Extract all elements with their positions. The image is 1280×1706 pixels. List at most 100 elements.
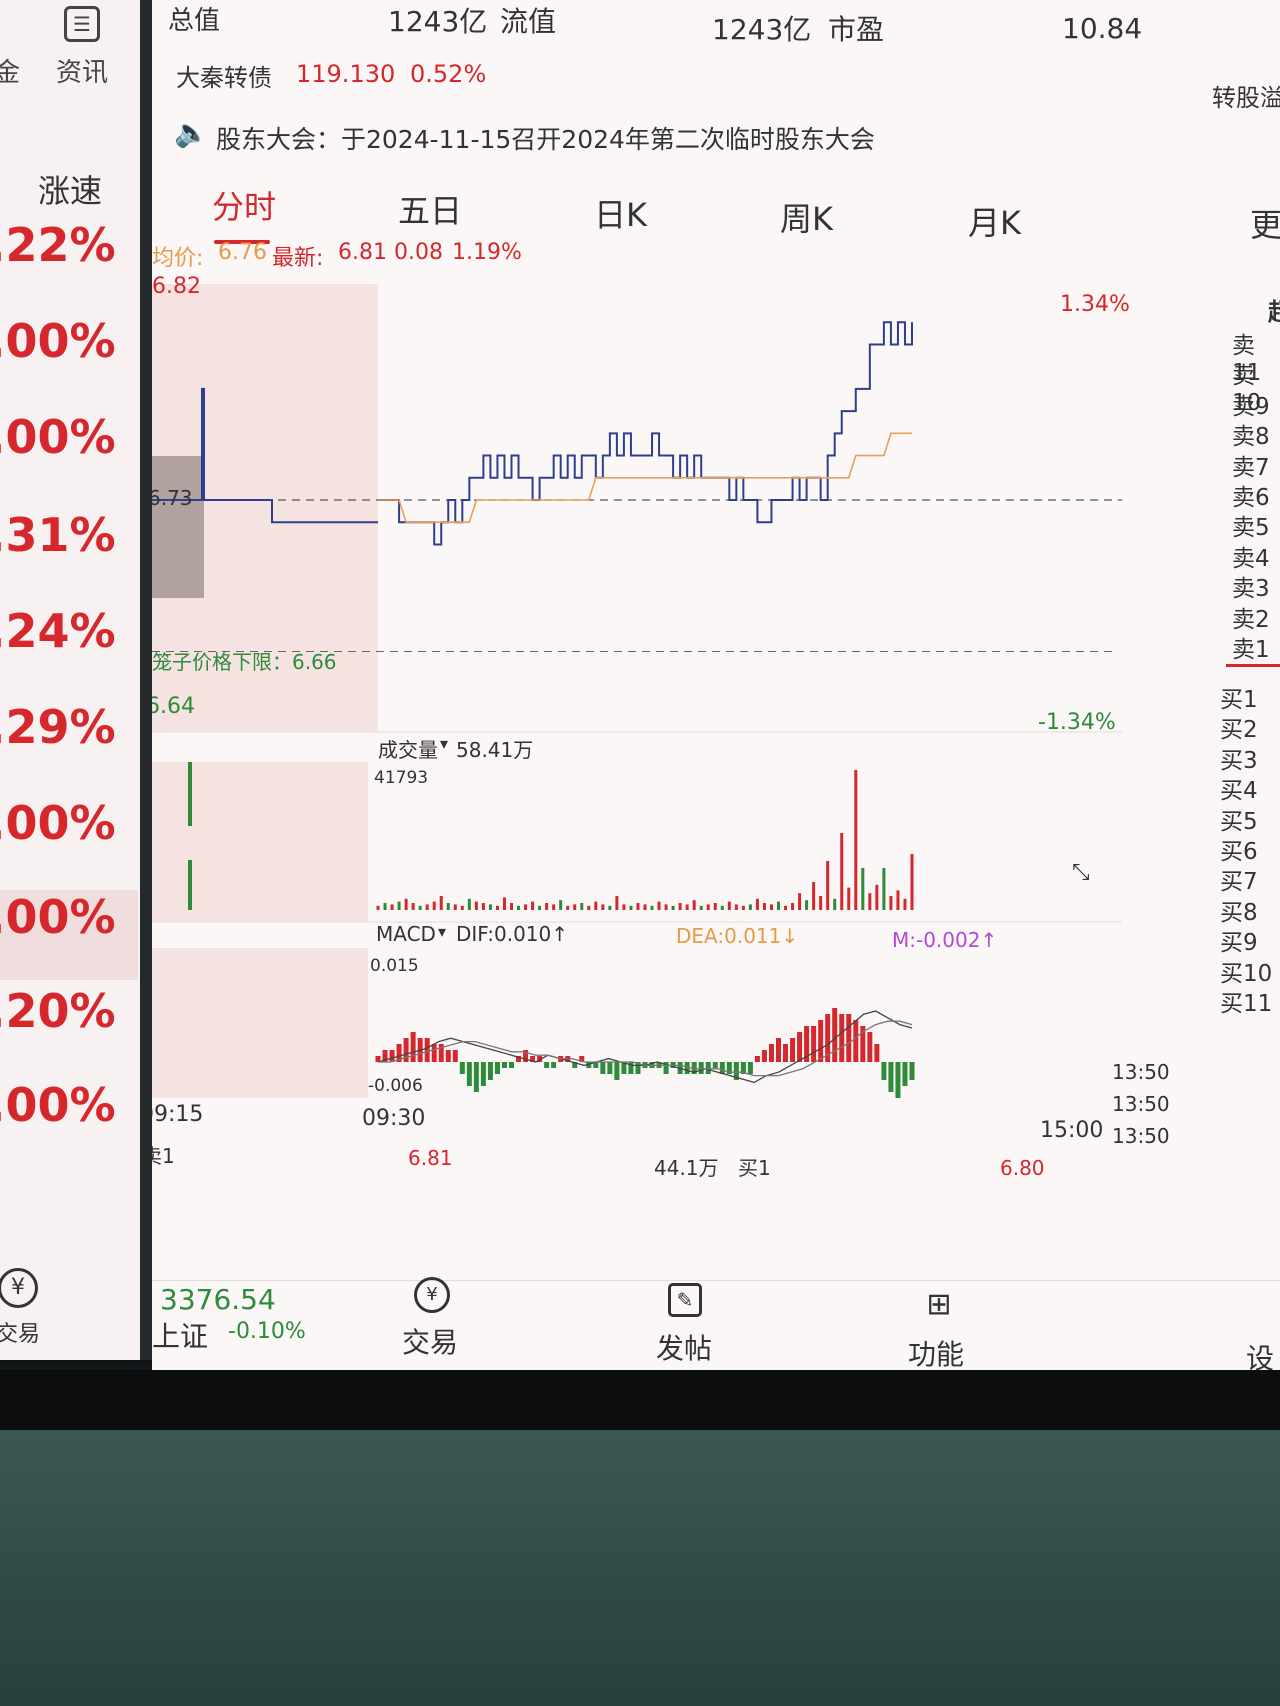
macd-histogram-bar bbox=[480, 1062, 486, 1086]
volume-bar bbox=[467, 898, 471, 910]
average-price-line bbox=[378, 432, 912, 524]
dropdown-icon[interactable]: ▾ bbox=[440, 734, 448, 753]
volume-bar bbox=[643, 904, 647, 910]
macd-histogram-bar bbox=[494, 1062, 500, 1074]
volume-bar bbox=[446, 903, 450, 910]
list-item[interactable]: .20% bbox=[0, 984, 138, 1074]
order-book-sell-level[interactable]: 卖3 bbox=[1232, 569, 1270, 603]
order-book-buy-level[interactable]: 买11 bbox=[1220, 984, 1272, 1018]
collapse-handle[interactable] bbox=[152, 456, 204, 598]
list-tab-fund[interactable]: 金 bbox=[0, 52, 20, 89]
volume-bar bbox=[706, 904, 710, 910]
order-book-header[interactable]: 超 bbox=[1268, 292, 1280, 327]
dropdown-icon[interactable]: ▾ bbox=[438, 922, 446, 941]
macd-histogram-bar bbox=[473, 1062, 479, 1092]
macd-histogram-bar bbox=[698, 1062, 704, 1074]
list-item[interactable]: .00% bbox=[0, 1078, 138, 1168]
list-toolbar: 金 ☰ 资讯 bbox=[0, 0, 140, 100]
index-value[interactable]: 3376.54 bbox=[160, 1283, 276, 1316]
order-book-buy-level[interactable]: 买3 bbox=[1220, 741, 1258, 775]
list-tab-news[interactable]: 资讯 bbox=[56, 52, 108, 89]
list-item[interactable]: .00% bbox=[0, 890, 138, 980]
macd-histogram-bar bbox=[790, 1038, 796, 1062]
order-book-sell-level[interactable]: 卖5 bbox=[1232, 508, 1270, 542]
list-item[interactable]: .24% bbox=[0, 604, 138, 694]
trade-button[interactable]: 交易 bbox=[402, 1321, 458, 1361]
buy1-label: 买1 bbox=[738, 1156, 771, 1180]
cage-limit-label: 笼子价格下限：6.66 bbox=[152, 650, 337, 674]
volume-bar bbox=[481, 903, 485, 910]
index-name[interactable]: 上证 bbox=[152, 1315, 208, 1355]
volume-max: 41793 bbox=[374, 768, 429, 788]
volume-bar bbox=[847, 887, 851, 910]
grid-icon[interactable]: ⊞ bbox=[922, 1289, 956, 1323]
volume-bar bbox=[748, 904, 752, 910]
macd-histogram-bar bbox=[874, 1044, 880, 1062]
volume-bar bbox=[524, 904, 528, 910]
tick-time: 13:50 bbox=[1112, 1060, 1170, 1084]
list-item[interactable]: .29% bbox=[0, 700, 138, 790]
intraday-chart[interactable] bbox=[152, 0, 1280, 1280]
order-book-buy-level[interactable]: 买6 bbox=[1220, 832, 1258, 866]
volume-bar bbox=[812, 882, 816, 910]
quote-volume: 44.1万 bbox=[654, 1156, 719, 1180]
macd-histogram-bar bbox=[846, 1014, 852, 1062]
macd-max: 0.015 bbox=[370, 956, 419, 976]
volume-bar bbox=[418, 905, 422, 910]
macd-histogram-bar bbox=[551, 1062, 557, 1068]
order-book-buy-level[interactable]: 买5 bbox=[1220, 802, 1258, 836]
order-book-sell-level[interactable]: 卖1 bbox=[1232, 630, 1270, 664]
macd-histogram-bar bbox=[818, 1020, 824, 1062]
order-book-buy-level[interactable]: 买7 bbox=[1220, 862, 1258, 896]
list-item[interactable]: .22% bbox=[0, 218, 138, 308]
order-book-sell-level[interactable]: 卖6 bbox=[1232, 478, 1270, 512]
news-icon[interactable]: ☰ bbox=[64, 6, 100, 42]
order-book-sell-level[interactable]: 卖8 bbox=[1232, 417, 1270, 451]
volume-bar bbox=[875, 884, 879, 910]
order-book-buy-level[interactable]: 买10 bbox=[1220, 954, 1272, 988]
macd-histogram-bar bbox=[776, 1038, 781, 1062]
list-item[interactable]: .00% bbox=[0, 796, 138, 886]
macd-histogram-bar bbox=[902, 1062, 908, 1086]
volume-bar bbox=[826, 861, 830, 910]
order-book-buy-level[interactable]: 买1 bbox=[1220, 680, 1258, 714]
trade-label[interactable]: 交易 bbox=[0, 1316, 40, 1348]
volume-label[interactable]: 成交量 bbox=[378, 734, 438, 763]
list-item[interactable]: .31% bbox=[0, 508, 138, 598]
order-book-buy-level[interactable]: 买4 bbox=[1220, 771, 1258, 805]
list-item[interactable]: .00% bbox=[0, 314, 138, 404]
trade-icon[interactable]: ¥ bbox=[414, 1277, 450, 1313]
buy1-price: 6.80 bbox=[1000, 1156, 1045, 1180]
volume-bar bbox=[188, 762, 192, 826]
device-bezel bbox=[0, 1370, 1280, 1430]
macd-histogram-bar bbox=[839, 1014, 845, 1062]
macd-label[interactable]: MACD bbox=[376, 922, 436, 946]
panel-divider bbox=[140, 0, 152, 1360]
settings-button[interactable]: 设 bbox=[1246, 1337, 1274, 1370]
order-book-buy-level[interactable]: 买9 bbox=[1220, 923, 1258, 957]
macd-histogram-bar bbox=[705, 1062, 711, 1074]
list-item-change: .00% bbox=[0, 410, 116, 464]
order-book-sell-level[interactable]: 卖9 bbox=[1232, 387, 1270, 421]
post-button[interactable]: 发帖 bbox=[656, 1327, 712, 1367]
sort-by-speed[interactable]: 涨速 bbox=[38, 166, 102, 212]
macd-histogram-bar bbox=[754, 1056, 760, 1062]
list-item-change: .20% bbox=[0, 984, 116, 1038]
volume-bar bbox=[188, 860, 192, 910]
order-book-sell-level[interactable]: 卖7 bbox=[1232, 448, 1270, 482]
volume-bar bbox=[411, 903, 415, 910]
volume-bar bbox=[889, 896, 893, 910]
edit-icon[interactable]: ✎ bbox=[668, 1283, 702, 1317]
order-book-buy-level[interactable]: 买2 bbox=[1220, 710, 1258, 744]
functions-button[interactable]: 功能 bbox=[908, 1333, 964, 1370]
macd-histogram-bar bbox=[424, 1038, 430, 1062]
order-book-sell-level[interactable]: 卖2 bbox=[1232, 600, 1270, 634]
expand-icon[interactable]: ⤡ bbox=[1072, 860, 1090, 885]
order-book-buy-level[interactable]: 买8 bbox=[1220, 893, 1258, 927]
volume-bar bbox=[573, 904, 577, 910]
volume-bar bbox=[502, 897, 506, 910]
macd-histogram-bar bbox=[452, 1050, 458, 1062]
trade-icon[interactable]: ¥ bbox=[0, 1268, 38, 1308]
order-book-sell-level[interactable]: 卖4 bbox=[1232, 539, 1270, 573]
list-item[interactable]: .00% bbox=[0, 410, 138, 500]
